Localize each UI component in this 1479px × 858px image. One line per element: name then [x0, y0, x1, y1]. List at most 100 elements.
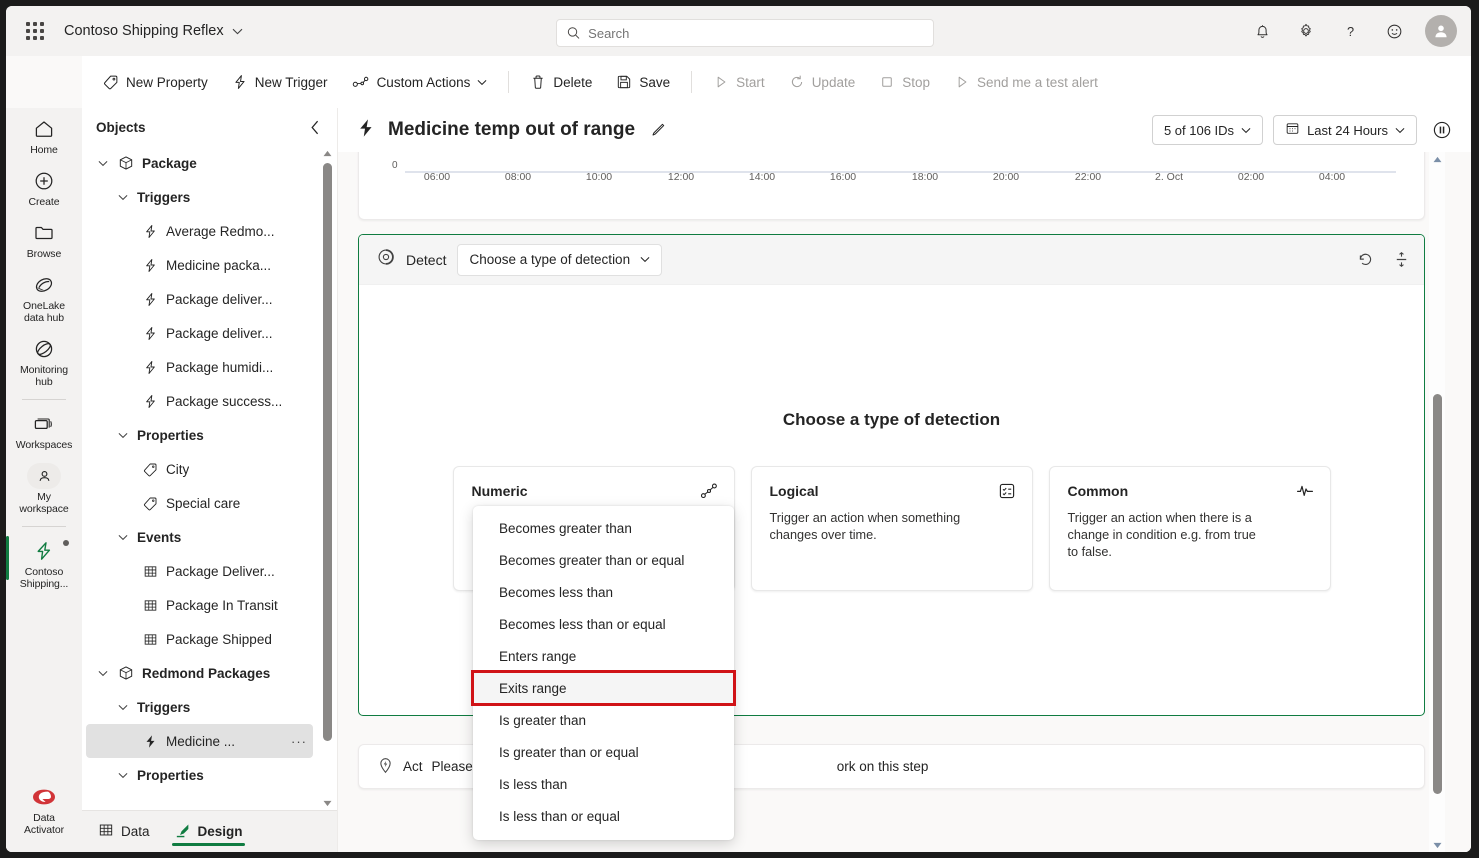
rail-item-workspaces[interactable]: Workspaces — [8, 405, 80, 457]
rail-item-data-activator[interactable]: Data Activator — [8, 778, 80, 842]
play-icon — [713, 74, 729, 90]
custom-actions-button[interactable]: Custom Actions — [341, 68, 499, 96]
menu-item-enters-range[interactable]: Enters range — [473, 640, 734, 672]
save-icon — [616, 74, 632, 90]
tree-node-package-humidity[interactable]: Package humidi... — [86, 350, 313, 384]
rail-item-my-workspace[interactable]: My workspace — [8, 457, 80, 521]
pencil-icon[interactable] — [647, 119, 669, 141]
detection-type-menu[interactable]: Becomes greater than Becomes greater tha… — [471, 506, 736, 840]
rail-item-contoso-shipping[interactable]: Contoso Shipping... — [6, 532, 80, 596]
tree-node-package-in-transit[interactable]: Package In Transit — [86, 588, 313, 622]
rail-item-monitoring-hub[interactable]: Monitoring hub — [8, 330, 80, 394]
tree-node-redmond-packages[interactable]: Redmond Packages — [86, 656, 313, 690]
save-button[interactable]: Save — [605, 68, 681, 96]
update-button[interactable]: Update — [778, 68, 867, 96]
x-tick: 14:00 — [748, 171, 776, 183]
tree-node-package-delivered-event[interactable]: Package Deliver... — [86, 554, 313, 588]
tab-data[interactable]: Data — [96, 811, 152, 853]
help-icon[interactable]: ? — [1335, 16, 1365, 46]
onelake-icon — [33, 273, 55, 297]
menu-item-exits-range[interactable]: Exits range — [471, 670, 736, 706]
threshold-icon[interactable] — [1390, 249, 1412, 271]
tree-node-events[interactable]: Events — [86, 520, 313, 554]
scrollbar-track[interactable] — [320, 160, 335, 796]
undo-icon[interactable] — [1354, 249, 1376, 271]
scrollbar-track[interactable] — [1430, 166, 1445, 838]
search-input[interactable] — [588, 25, 923, 41]
objects-panel-title: Objects — [96, 119, 146, 135]
id-filter-dropdown[interactable]: 5 of 106 IDs — [1151, 115, 1264, 145]
search-box[interactable] — [556, 19, 934, 47]
objects-tree[interactable]: Package Triggers Average Redmo... Medici… — [82, 146, 337, 810]
bell-icon[interactable] — [1247, 16, 1277, 46]
tab-design[interactable]: Design — [171, 811, 245, 853]
rail-item-create[interactable]: Create — [8, 162, 80, 214]
scroll-down-arrow-icon[interactable] — [1430, 838, 1445, 852]
tree-node-triggers-redmond[interactable]: Triggers — [86, 690, 313, 724]
home-icon — [33, 117, 55, 141]
tree-node-medicine-package[interactable]: Medicine packa... — [86, 248, 313, 282]
chevron-down-icon[interactable] — [116, 700, 130, 714]
menu-item-becomes-greater-than-or-equal[interactable]: Becomes greater than or equal — [473, 544, 734, 576]
tree-node-triggers[interactable]: Triggers — [86, 180, 313, 214]
delete-button[interactable]: Delete — [519, 68, 603, 96]
tree-node-properties-1[interactable]: Properties — [86, 418, 313, 452]
feedback-icon[interactable] — [1379, 16, 1409, 46]
chevron-down-icon[interactable] — [96, 156, 110, 170]
tree-node-package-success[interactable]: Package success... — [86, 384, 313, 418]
chevron-down-icon[interactable] — [116, 530, 130, 544]
menu-item-is-less-than[interactable]: Is less than — [473, 768, 734, 800]
detection-card-common[interactable]: Common Trigger an action when there is a… — [1048, 466, 1331, 591]
pause-icon[interactable] — [1427, 115, 1457, 145]
scroll-down-arrow-icon[interactable] — [320, 796, 335, 810]
more-options-icon[interactable]: ··· — [291, 734, 307, 749]
app-grid-icon[interactable] — [24, 20, 46, 42]
send-test-alert-button[interactable]: Send me a test alert — [943, 68, 1109, 96]
chevron-down-icon[interactable] — [116, 768, 130, 782]
stop-button[interactable]: Stop — [868, 68, 941, 96]
scroll-up-arrow-icon[interactable] — [1430, 152, 1445, 166]
rail-item-onelake-data-hub[interactable]: OneLake data hub — [8, 266, 80, 330]
tree-node-label: Package — [142, 155, 197, 171]
start-button[interactable]: Start — [702, 68, 776, 96]
detection-card-logical[interactable]: Logical Trigger an action when something… — [750, 466, 1033, 591]
chevron-down-icon — [477, 79, 487, 85]
new-trigger-button[interactable]: New Trigger — [221, 68, 339, 96]
tree-node-special-care[interactable]: Special care — [86, 486, 313, 520]
chevron-left-icon[interactable] — [303, 115, 327, 139]
trend-chart-card[interactable]: 0 06:00 08:00 10:00 12:00 14:00 16:00 18… — [358, 152, 1425, 220]
menu-item-becomes-less-than-or-equal[interactable]: Becomes less than or equal — [473, 608, 734, 640]
rail-item-browse[interactable]: Browse — [8, 214, 80, 266]
chevron-down-icon[interactable] — [116, 190, 130, 204]
account-icon[interactable] — [1425, 15, 1457, 47]
tree-node-package-delivered-2[interactable]: Package deliver... — [86, 316, 313, 350]
tree-node-average-redmond[interactable]: Average Redmo... — [86, 214, 313, 248]
tree-node-medicine-selected[interactable]: Medicine ... ··· — [86, 724, 313, 758]
gear-icon[interactable] — [1291, 16, 1321, 46]
tree-node-package-shipped[interactable]: Package Shipped — [86, 622, 313, 656]
app-name-dropdown[interactable]: Contoso Shipping Reflex — [64, 23, 243, 39]
scroll-up-arrow-icon[interactable] — [320, 146, 335, 160]
new-property-button[interactable]: New Property — [92, 68, 219, 96]
menu-item-becomes-less-than[interactable]: Becomes less than — [473, 576, 734, 608]
canvas-scrollbar[interactable] — [1429, 152, 1445, 852]
tree-node-package[interactable]: Package — [86, 146, 313, 180]
tree-node-package-delivered-1[interactable]: Package deliver... — [86, 282, 313, 316]
menu-item-is-greater-than[interactable]: Is greater than — [473, 704, 734, 736]
time-range-dropdown[interactable]: Last 24 Hours — [1273, 115, 1417, 145]
tree-node-city[interactable]: City — [86, 452, 313, 486]
detection-type-dropdown[interactable]: Choose a type of detection — [457, 243, 663, 276]
rail-item-home[interactable]: Home — [8, 110, 80, 162]
tree-node-properties-redmond[interactable]: Properties — [86, 758, 313, 792]
menu-item-is-less-than-or-equal[interactable]: Is less than or equal — [473, 800, 734, 832]
menu-item-becomes-greater-than[interactable]: Becomes greater than — [473, 512, 734, 544]
scrollbar-thumb[interactable] — [323, 163, 332, 741]
menu-item-is-greater-than-or-equal[interactable]: Is greater than or equal — [473, 736, 734, 768]
tree-node-label: Package deliver... — [166, 291, 273, 307]
chevron-down-icon[interactable] — [96, 666, 110, 680]
divider — [691, 71, 693, 93]
scrollbar-thumb[interactable] — [1433, 394, 1442, 794]
chevron-down-icon[interactable] — [116, 428, 130, 442]
menu-item-label: Becomes less than or equal — [499, 616, 666, 632]
objects-tree-scrollbar[interactable] — [320, 146, 335, 810]
